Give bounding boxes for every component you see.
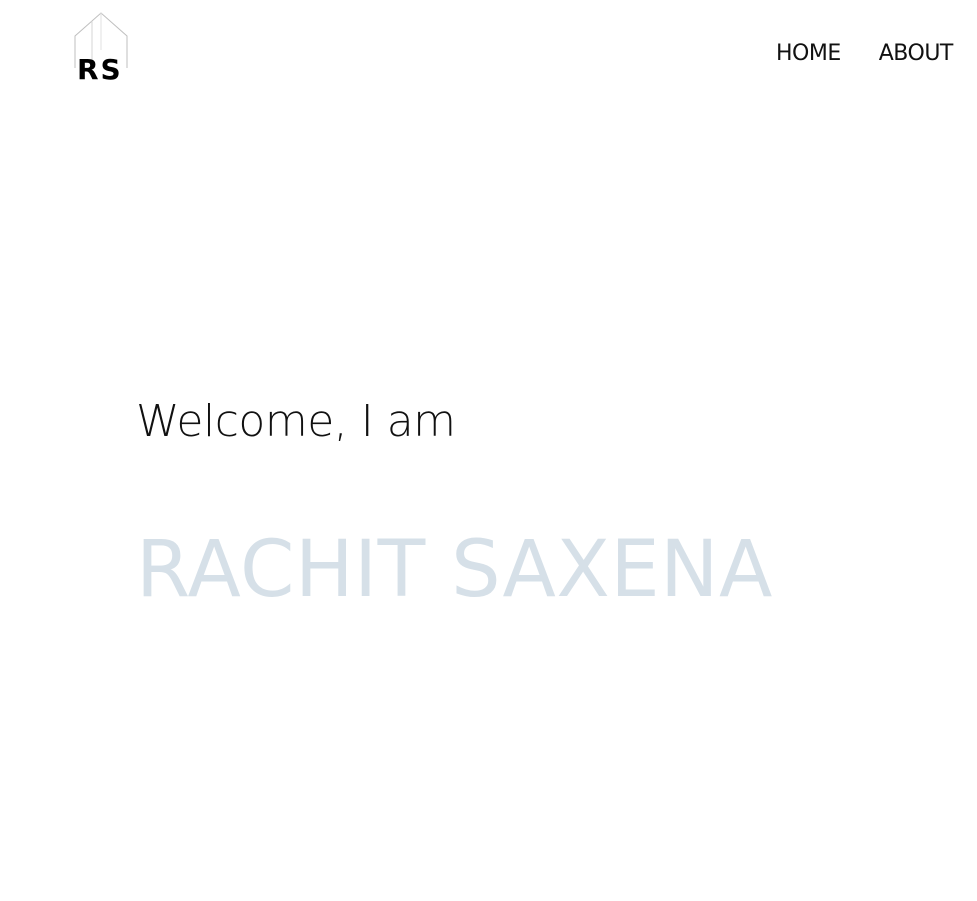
- main-nav: HOME ABOUT: [776, 38, 953, 70]
- hero-greeting: Welcome, I am: [136, 396, 456, 447]
- nav-item-home[interactable]: HOME: [776, 38, 841, 70]
- site-logo[interactable]: RS: [74, 12, 128, 88]
- hero-name: RACHIT SAXENA: [136, 525, 773, 615]
- site-header: RS HOME ABOUT: [0, 0, 977, 100]
- logo-text: RS: [77, 53, 123, 86]
- hero-section: Welcome, I am RACHIT SAXENA: [136, 392, 936, 615]
- nav-item-about[interactable]: ABOUT: [879, 38, 954, 70]
